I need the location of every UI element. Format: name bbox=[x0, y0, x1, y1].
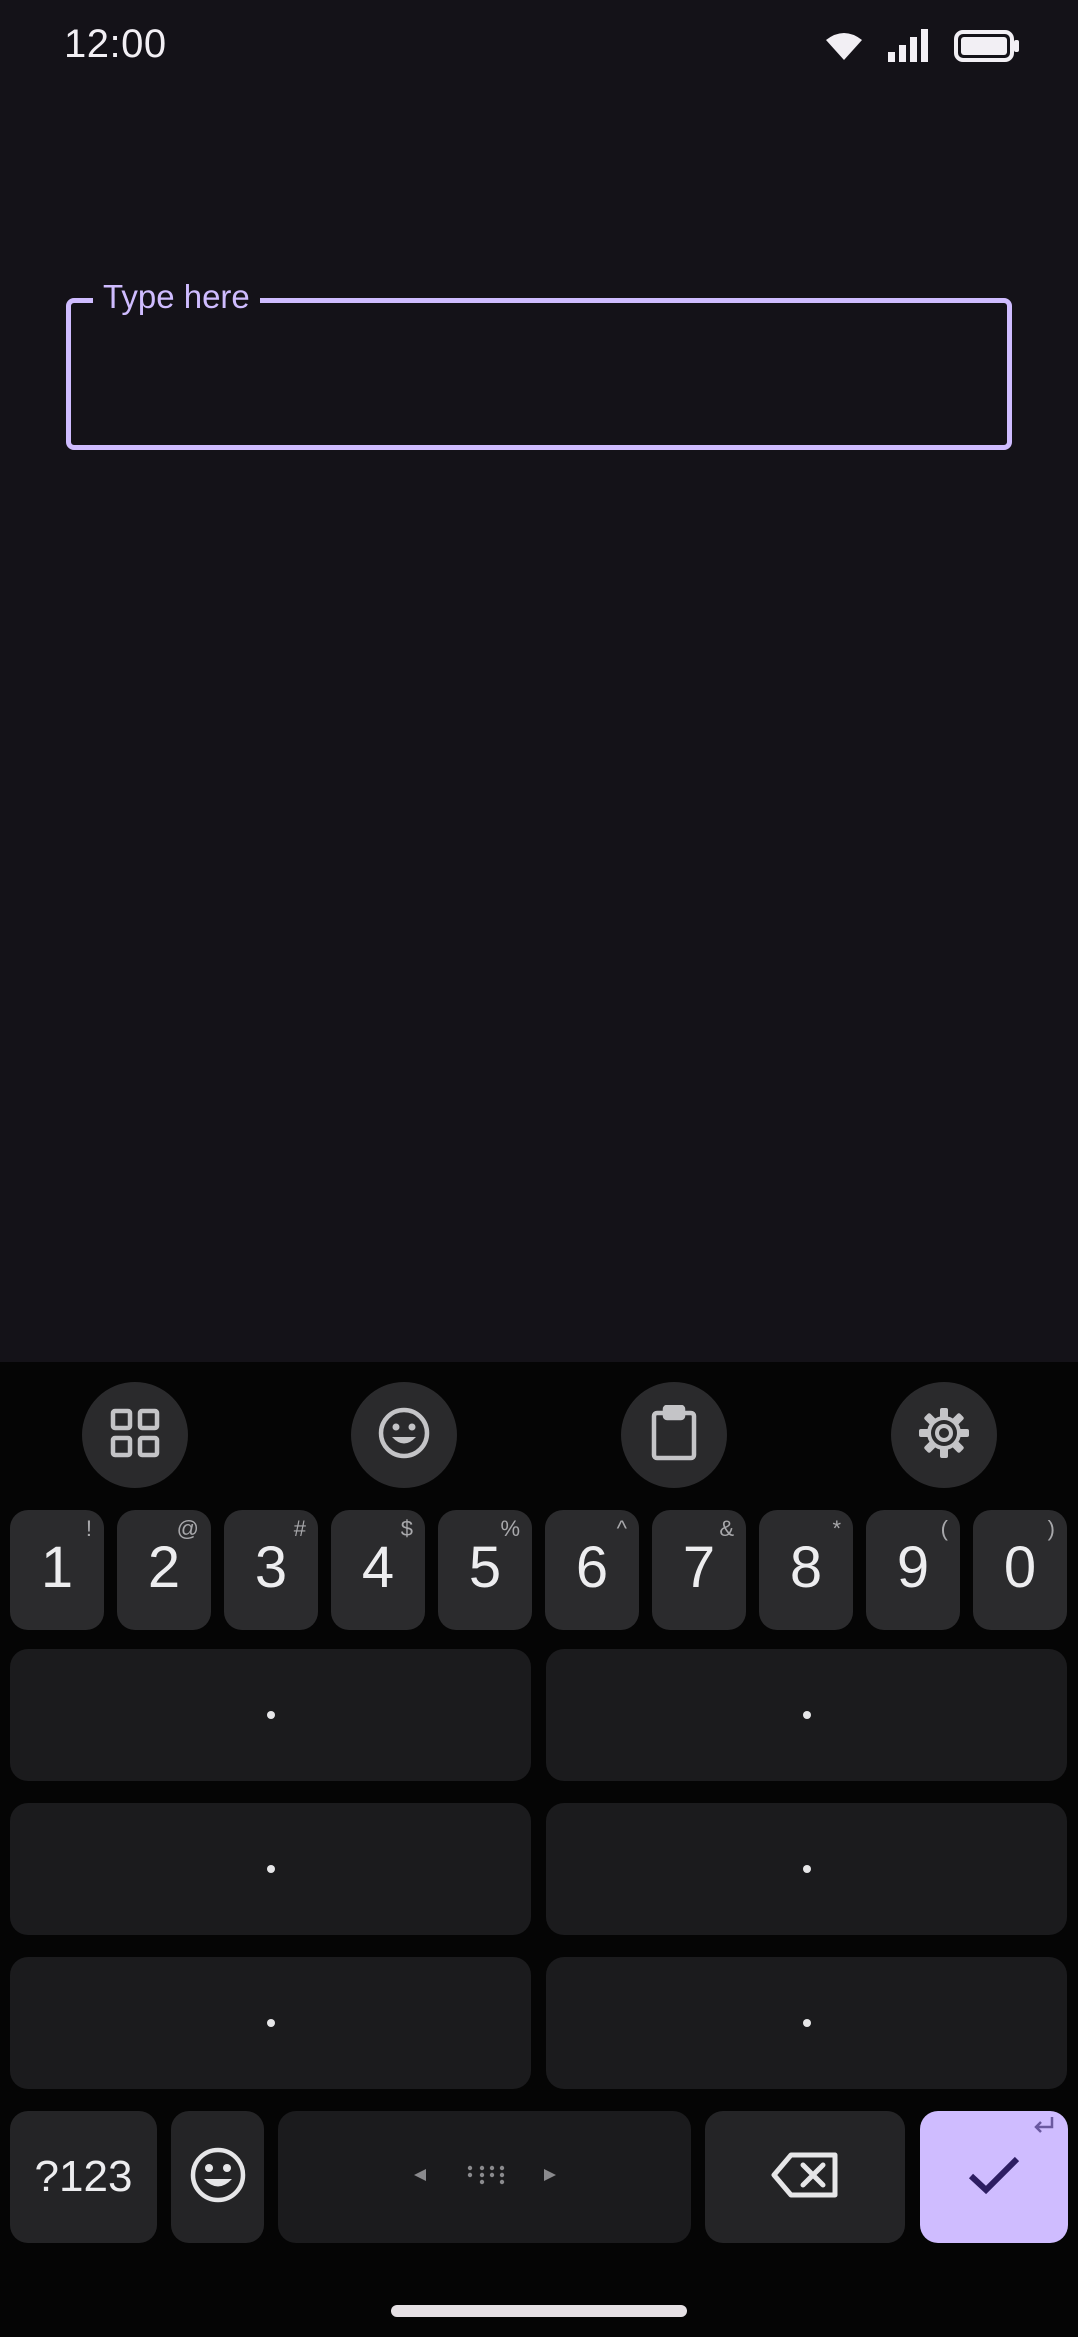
status-icons bbox=[824, 28, 1020, 64]
navigation-handle[interactable] bbox=[391, 2305, 687, 2317]
text-field-label: Type here bbox=[93, 273, 260, 321]
check-icon bbox=[967, 2154, 1021, 2201]
key-label: 4 bbox=[361, 1535, 395, 1600]
dot-marker bbox=[802, 1711, 811, 1719]
key-label: 0 bbox=[1003, 1535, 1037, 1600]
key-7[interactable]: 7 & bbox=[652, 1510, 746, 1630]
braille-space-icon bbox=[410, 2160, 560, 2195]
key-label: 8 bbox=[789, 1535, 823, 1600]
braille-dot-key-1[interactable] bbox=[10, 1649, 531, 1781]
wifi-icon bbox=[824, 30, 864, 62]
symbols-key-label: ?123 bbox=[34, 2152, 133, 2201]
key-6[interactable]: 6 ^ bbox=[545, 1510, 639, 1630]
dot-marker bbox=[266, 2019, 275, 2027]
key-label: 9 bbox=[896, 1535, 930, 1600]
dot-marker bbox=[266, 1711, 275, 1719]
settings-gear-icon bbox=[917, 1406, 971, 1465]
emoji-icon bbox=[377, 1406, 431, 1465]
key-8[interactable]: 8 * bbox=[759, 1510, 853, 1630]
space-key[interactable] bbox=[278, 2111, 691, 2243]
symbols-key[interactable]: ?123 bbox=[10, 2111, 157, 2243]
key-hint: ! bbox=[85, 1516, 92, 1541]
battery-icon bbox=[954, 29, 1020, 63]
key-hint: % bbox=[500, 1516, 520, 1541]
text-field[interactable]: Type here bbox=[66, 273, 1012, 450]
braille-dot-key-3[interactable] bbox=[10, 1957, 531, 2089]
apps-grid-button[interactable] bbox=[82, 1382, 188, 1488]
key-hint: ^ bbox=[616, 1516, 627, 1541]
backspace-key[interactable] bbox=[705, 2111, 905, 2243]
key-9[interactable]: 9 ( bbox=[866, 1510, 960, 1630]
key-label: 5 bbox=[468, 1535, 502, 1600]
emoji-button[interactable] bbox=[351, 1382, 457, 1488]
enter-key[interactable] bbox=[920, 2111, 1068, 2243]
dot-marker bbox=[802, 1865, 811, 1873]
apps-grid-icon bbox=[110, 1408, 160, 1463]
braille-dot-key-5[interactable] bbox=[546, 1803, 1067, 1935]
key-hint: # bbox=[293, 1516, 306, 1541]
clipboard-button[interactable] bbox=[621, 1382, 727, 1488]
key-hint: & bbox=[719, 1516, 734, 1541]
key-hint: * bbox=[832, 1516, 841, 1541]
emoji-icon bbox=[189, 2146, 247, 2209]
settings-button[interactable] bbox=[891, 1382, 997, 1488]
key-3[interactable]: 3 # bbox=[224, 1510, 318, 1630]
text-input[interactable] bbox=[95, 341, 983, 401]
key-1[interactable]: 1 ! bbox=[10, 1510, 104, 1630]
braille-dot-key-4[interactable] bbox=[546, 1649, 1067, 1781]
dot-marker bbox=[802, 2019, 811, 2027]
key-hint: ) bbox=[1047, 1516, 1055, 1541]
key-2[interactable]: 2 @ bbox=[117, 1510, 211, 1630]
key-hint: ( bbox=[940, 1516, 948, 1541]
braille-dot-key-2[interactable] bbox=[10, 1803, 531, 1935]
braille-dot-key-6[interactable] bbox=[546, 1957, 1067, 2089]
key-label: 3 bbox=[254, 1535, 288, 1600]
key-label: 6 bbox=[575, 1535, 609, 1600]
backspace-icon bbox=[771, 2151, 839, 2204]
return-arrow-icon bbox=[1032, 2111, 1056, 2142]
key-hint: $ bbox=[400, 1516, 413, 1541]
keyboard-toolbar bbox=[0, 1362, 1078, 1510]
clipboard-icon bbox=[650, 1404, 698, 1466]
key-hint: @ bbox=[176, 1516, 199, 1541]
key-label: 1 bbox=[40, 1535, 74, 1600]
key-label: 2 bbox=[147, 1535, 181, 1600]
emoji-key[interactable] bbox=[171, 2111, 264, 2243]
key-0[interactable]: 0 ) bbox=[973, 1510, 1067, 1630]
cellular-signal-icon bbox=[886, 28, 932, 64]
status-bar: 12:00 bbox=[0, 0, 1078, 96]
number-row: 1 ! 2 @ 3 # 4 $ 5 % 6 ^ 7 & 8 * 9 (0) bbox=[10, 1510, 1068, 1630]
key-5[interactable]: 5 % bbox=[438, 1510, 532, 1630]
dot-marker bbox=[266, 1865, 275, 1873]
key-4[interactable]: 4 $ bbox=[331, 1510, 425, 1630]
keyboard: 1 ! 2 @ 3 # 4 $ 5 % 6 ^ 7 & 8 * 9 (0) … bbox=[0, 1362, 1078, 2337]
status-time: 12:00 bbox=[64, 22, 167, 66]
key-label: 7 bbox=[682, 1535, 716, 1600]
